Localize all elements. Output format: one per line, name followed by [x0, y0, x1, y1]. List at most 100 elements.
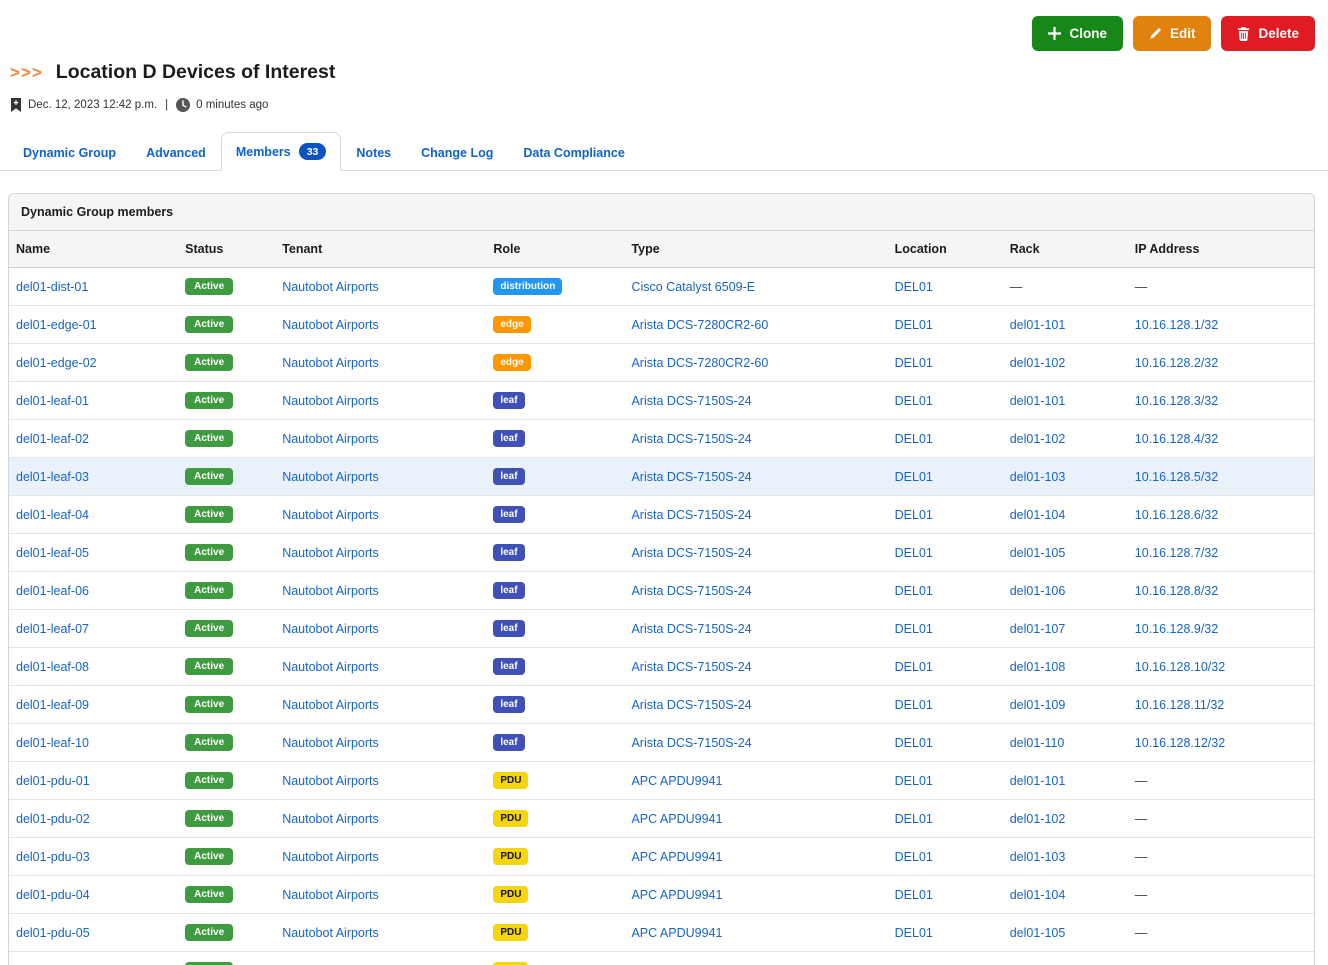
status-badge[interactable]: Active: [185, 392, 233, 409]
tenant-link[interactable]: Nautobot Airports: [282, 736, 379, 750]
tenant-link[interactable]: Nautobot Airports: [282, 888, 379, 902]
tenant-link[interactable]: Nautobot Airports: [282, 698, 379, 712]
rack-link[interactable]: del01-103: [1010, 850, 1066, 864]
rack-link[interactable]: del01-105: [1010, 926, 1066, 940]
device-name-link[interactable]: del01-leaf-04: [16, 508, 89, 522]
location-link[interactable]: DEL01: [895, 546, 933, 560]
role-badge[interactable]: PDU: [493, 810, 528, 827]
role-badge[interactable]: leaf: [493, 544, 524, 561]
tenant-link[interactable]: Nautobot Airports: [282, 546, 379, 560]
device-type-link[interactable]: Arista DCS-7150S-24: [631, 508, 751, 522]
ip-address-link[interactable]: 10.16.128.5/32: [1135, 470, 1218, 484]
ip-address-link[interactable]: 10.16.128.7/32: [1135, 546, 1218, 560]
ip-address-link[interactable]: 10.16.128.11/32: [1135, 698, 1224, 712]
location-link[interactable]: DEL01: [895, 888, 933, 902]
device-type-link[interactable]: Arista DCS-7150S-24: [631, 660, 751, 674]
column-header-tenant[interactable]: Tenant: [276, 231, 487, 268]
device-type-link[interactable]: Arista DCS-7150S-24: [631, 432, 751, 446]
role-badge[interactable]: PDU: [493, 848, 528, 865]
tenant-link[interactable]: Nautobot Airports: [282, 850, 379, 864]
device-name-link[interactable]: del01-dist-01: [16, 280, 88, 294]
tenant-link[interactable]: Nautobot Airports: [282, 356, 379, 370]
rack-link[interactable]: del01-102: [1010, 432, 1066, 446]
device-name-link[interactable]: del01-leaf-09: [16, 698, 89, 712]
location-link[interactable]: DEL01: [895, 660, 933, 674]
rack-link[interactable]: del01-107: [1010, 622, 1066, 636]
role-badge[interactable]: PDU: [493, 772, 528, 789]
location-link[interactable]: DEL01: [895, 318, 933, 332]
rack-link[interactable]: del01-101: [1010, 318, 1066, 332]
status-badge[interactable]: Active: [185, 772, 233, 789]
rack-link[interactable]: del01-109: [1010, 698, 1066, 712]
device-name-link[interactable]: del01-pdu-05: [16, 926, 90, 940]
status-badge[interactable]: Active: [185, 582, 233, 599]
status-badge[interactable]: Active: [185, 468, 233, 485]
role-badge[interactable]: leaf: [493, 392, 524, 409]
location-link[interactable]: DEL01: [895, 508, 933, 522]
device-name-link[interactable]: del01-edge-02: [16, 356, 97, 370]
rack-link[interactable]: del01-102: [1010, 812, 1066, 826]
status-badge[interactable]: Active: [185, 316, 233, 333]
location-link[interactable]: DEL01: [895, 774, 933, 788]
tenant-link[interactable]: Nautobot Airports: [282, 660, 379, 674]
status-badge[interactable]: Active: [185, 278, 233, 295]
location-link[interactable]: DEL01: [895, 812, 933, 826]
role-badge[interactable]: leaf: [493, 582, 524, 599]
tenant-link[interactable]: Nautobot Airports: [282, 584, 379, 598]
status-badge[interactable]: Active: [185, 734, 233, 751]
device-type-link[interactable]: Arista DCS-7280CR2-60: [631, 318, 768, 332]
ip-address-link[interactable]: 10.16.128.2/32: [1135, 356, 1218, 370]
ip-address-link[interactable]: 10.16.128.6/32: [1135, 508, 1218, 522]
device-name-link[interactable]: del01-leaf-06: [16, 584, 89, 598]
device-type-link[interactable]: Arista DCS-7150S-24: [631, 394, 751, 408]
device-name-link[interactable]: del01-edge-01: [16, 318, 97, 332]
status-badge[interactable]: Active: [185, 924, 233, 941]
device-type-link[interactable]: APC APDU9941: [631, 850, 722, 864]
ip-address-link[interactable]: 10.16.128.12/32: [1135, 736, 1225, 750]
rack-link[interactable]: del01-102: [1010, 356, 1066, 370]
status-badge[interactable]: Active: [185, 354, 233, 371]
device-type-link[interactable]: APC APDU9941: [631, 812, 722, 826]
rack-link[interactable]: del01-103: [1010, 470, 1066, 484]
ip-address-link[interactable]: 10.16.128.4/32: [1135, 432, 1218, 446]
rack-link[interactable]: del01-101: [1010, 394, 1066, 408]
location-link[interactable]: DEL01: [895, 926, 933, 940]
ip-address-link[interactable]: 10.16.128.10/32: [1135, 660, 1225, 674]
column-header-location[interactable]: Location: [889, 231, 1004, 268]
device-type-link[interactable]: Arista DCS-7150S-24: [631, 546, 751, 560]
tenant-link[interactable]: Nautobot Airports: [282, 926, 379, 940]
tab-notes[interactable]: Notes: [341, 135, 406, 171]
status-badge[interactable]: Active: [185, 620, 233, 637]
rack-link[interactable]: del01-104: [1010, 888, 1066, 902]
tenant-link[interactable]: Nautobot Airports: [282, 622, 379, 636]
rack-link[interactable]: del01-106: [1010, 584, 1066, 598]
tenant-link[interactable]: Nautobot Airports: [282, 318, 379, 332]
tenant-link[interactable]: Nautobot Airports: [282, 432, 379, 446]
rack-link[interactable]: del01-110: [1010, 736, 1065, 750]
device-name-link[interactable]: del01-pdu-01: [16, 774, 90, 788]
device-name-link[interactable]: del01-pdu-03: [16, 850, 90, 864]
device-name-link[interactable]: del01-leaf-03: [16, 470, 89, 484]
column-header-name[interactable]: Name: [9, 231, 179, 268]
status-badge[interactable]: Active: [185, 544, 233, 561]
role-badge[interactable]: leaf: [493, 506, 524, 523]
device-name-link[interactable]: del01-pdu-04: [16, 888, 90, 902]
tenant-link[interactable]: Nautobot Airports: [282, 394, 379, 408]
device-name-link[interactable]: del01-leaf-02: [16, 432, 89, 446]
column-header-type[interactable]: Type: [625, 231, 888, 268]
device-type-link[interactable]: APC APDU9941: [631, 888, 722, 902]
status-badge[interactable]: Active: [185, 658, 233, 675]
location-link[interactable]: DEL01: [895, 432, 933, 446]
device-type-link[interactable]: Cisco Catalyst 6509-E: [631, 280, 755, 294]
location-link[interactable]: DEL01: [895, 584, 933, 598]
tab-change-log[interactable]: Change Log: [406, 135, 508, 171]
status-badge[interactable]: Active: [185, 506, 233, 523]
role-badge[interactable]: distribution: [493, 278, 562, 295]
location-link[interactable]: DEL01: [895, 622, 933, 636]
tenant-link[interactable]: Nautobot Airports: [282, 508, 379, 522]
location-link[interactable]: DEL01: [895, 470, 933, 484]
status-badge[interactable]: Active: [185, 810, 233, 827]
edit-button[interactable]: Edit: [1133, 16, 1212, 51]
device-name-link[interactable]: del01-pdu-02: [16, 812, 90, 826]
location-link[interactable]: DEL01: [895, 698, 933, 712]
